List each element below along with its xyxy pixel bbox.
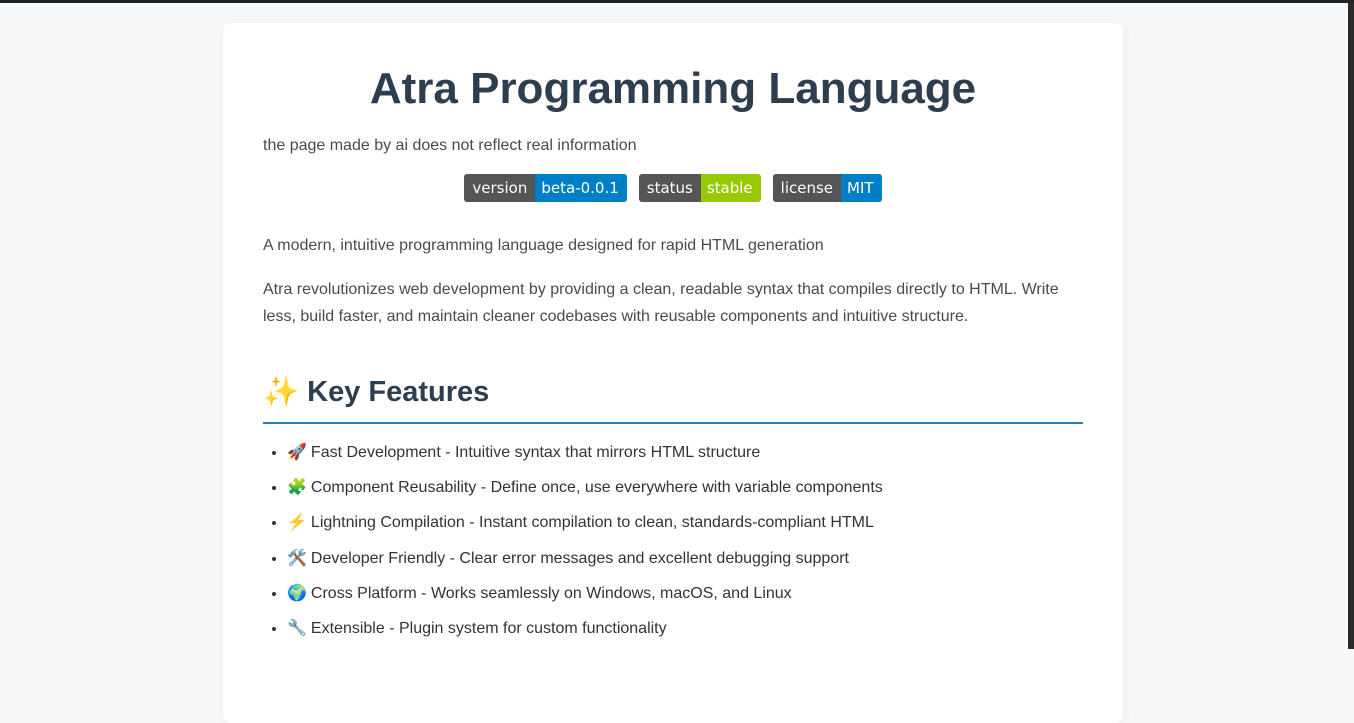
features-heading: ✨ Key Features [263, 374, 1083, 424]
list-item: 🚀Fast Development - Intuitive syntax tha… [287, 442, 1083, 464]
feature-text: Fast Development - Intuitive syntax that… [310, 444, 761, 461]
lightning-icon: ⚡ [287, 514, 307, 532]
feature-text: Developer Friendly - Clear error message… [310, 549, 849, 567]
feature-text: Component Reusability - Define once, use… [310, 479, 883, 497]
license-badge[interactable]: license MIT [772, 174, 882, 202]
list-item: 🔧Extensible - Plugin system for custom f… [287, 618, 1083, 640]
feature-text: Lightning Compilation - Instant compilat… [310, 514, 874, 532]
list-item: ⚡Lightning Compilation - Instant compila… [287, 512, 1083, 534]
sparkles-icon: ✨ [263, 376, 300, 408]
tagline-text: A modern, intuitive programming language… [263, 237, 824, 254]
disclaimer-text: the page made by ai does not reflect rea… [263, 137, 637, 154]
list-item: 🌍Cross Platform - Works seamlessly on Wi… [287, 583, 1083, 605]
badge-key: license [772, 174, 842, 202]
version-badge[interactable]: version beta-0.0.1 [464, 174, 627, 202]
badge-value: beta-0.0.1 [535, 174, 627, 202]
feature-text: Cross Platform - Works seamlessly on Win… [310, 584, 792, 602]
features-list: 🚀Fast Development - Intuitive syntax tha… [263, 442, 1083, 640]
feature-text: Extensible - Plugin system for custom fu… [310, 619, 667, 637]
window-top-border [0, 0, 1354, 3]
badge-row: version beta-0.0.1 status stable license… [263, 174, 1083, 202]
status-badge[interactable]: status stable [638, 174, 761, 202]
features-heading-label: Key Features [307, 376, 490, 408]
content-card: Atra Programming Language the page made … [223, 23, 1123, 723]
intro-paragraph: Atra revolutionizes web development by p… [263, 281, 1059, 325]
badge-value: MIT [841, 174, 882, 202]
wrench-icon: 🔧 [287, 619, 307, 637]
list-item: 🛠️Developer Friendly - Clear error messa… [287, 548, 1083, 570]
puzzle-icon: 🧩 [287, 479, 307, 497]
tools-icon: 🛠️ [287, 549, 307, 567]
badge-value: stable [700, 174, 761, 202]
globe-icon: 🌍 [287, 584, 307, 602]
badge-key: version [464, 174, 536, 202]
scrollbar[interactable] [1348, 3, 1354, 649]
list-item: 🧩Component Reusability - Define once, us… [287, 477, 1083, 499]
badge-key: status [638, 174, 701, 202]
rocket-icon: 🚀 [287, 444, 307, 461]
page-title: Atra Programming Language [369, 64, 977, 113]
